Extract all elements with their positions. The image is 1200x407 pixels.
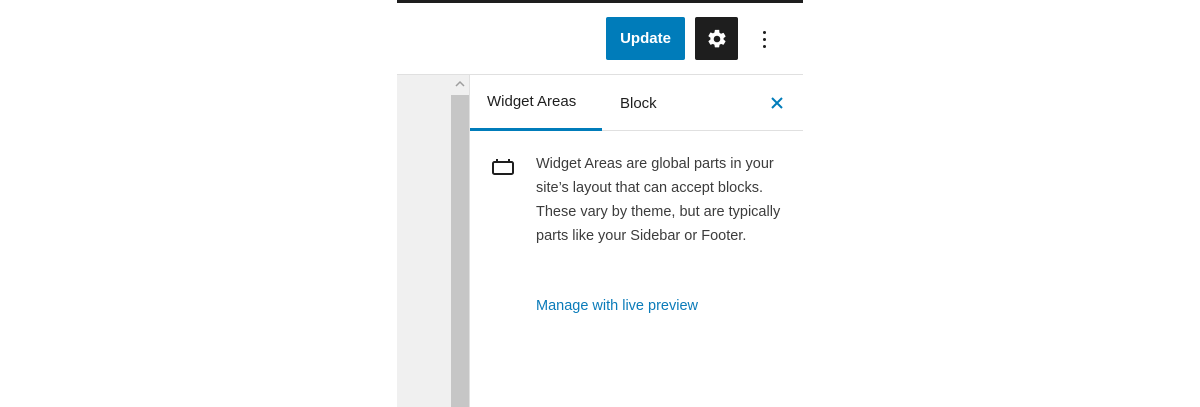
more-vertical-icon <box>762 30 766 34</box>
gear-icon <box>707 29 726 47</box>
close-icon <box>771 97 783 109</box>
close-sidebar-button[interactable] <box>768 94 786 112</box>
more-options-button[interactable] <box>749 20 779 58</box>
manage-live-preview-link[interactable]: Manage with live preview <box>536 294 698 318</box>
widget-area-icon <box>492 159 514 175</box>
editor-frame: Update Widget Areas Block Widget Areas a… <box>397 0 803 407</box>
editor-canvas[interactable] <box>397 75 451 407</box>
tab-block[interactable]: Block <box>606 75 666 131</box>
scroll-up-arrow[interactable] <box>455 79 465 89</box>
settings-button[interactable] <box>695 17 738 60</box>
sidebar-tabs: Widget Areas Block <box>470 75 803 131</box>
editor-header: Update <box>397 3 803 75</box>
widget-areas-description: Widget Areas are global parts in your si… <box>536 156 781 244</box>
scroll-thumb[interactable] <box>451 95 469 407</box>
tab-widget-areas[interactable]: Widget Areas <box>470 75 602 131</box>
chevron-up-icon <box>455 80 465 87</box>
settings-sidebar: Widget Areas Block Widget Areas are glob… <box>469 75 803 407</box>
scrollbar[interactable] <box>451 75 469 407</box>
update-button[interactable]: Update <box>606 17 685 60</box>
